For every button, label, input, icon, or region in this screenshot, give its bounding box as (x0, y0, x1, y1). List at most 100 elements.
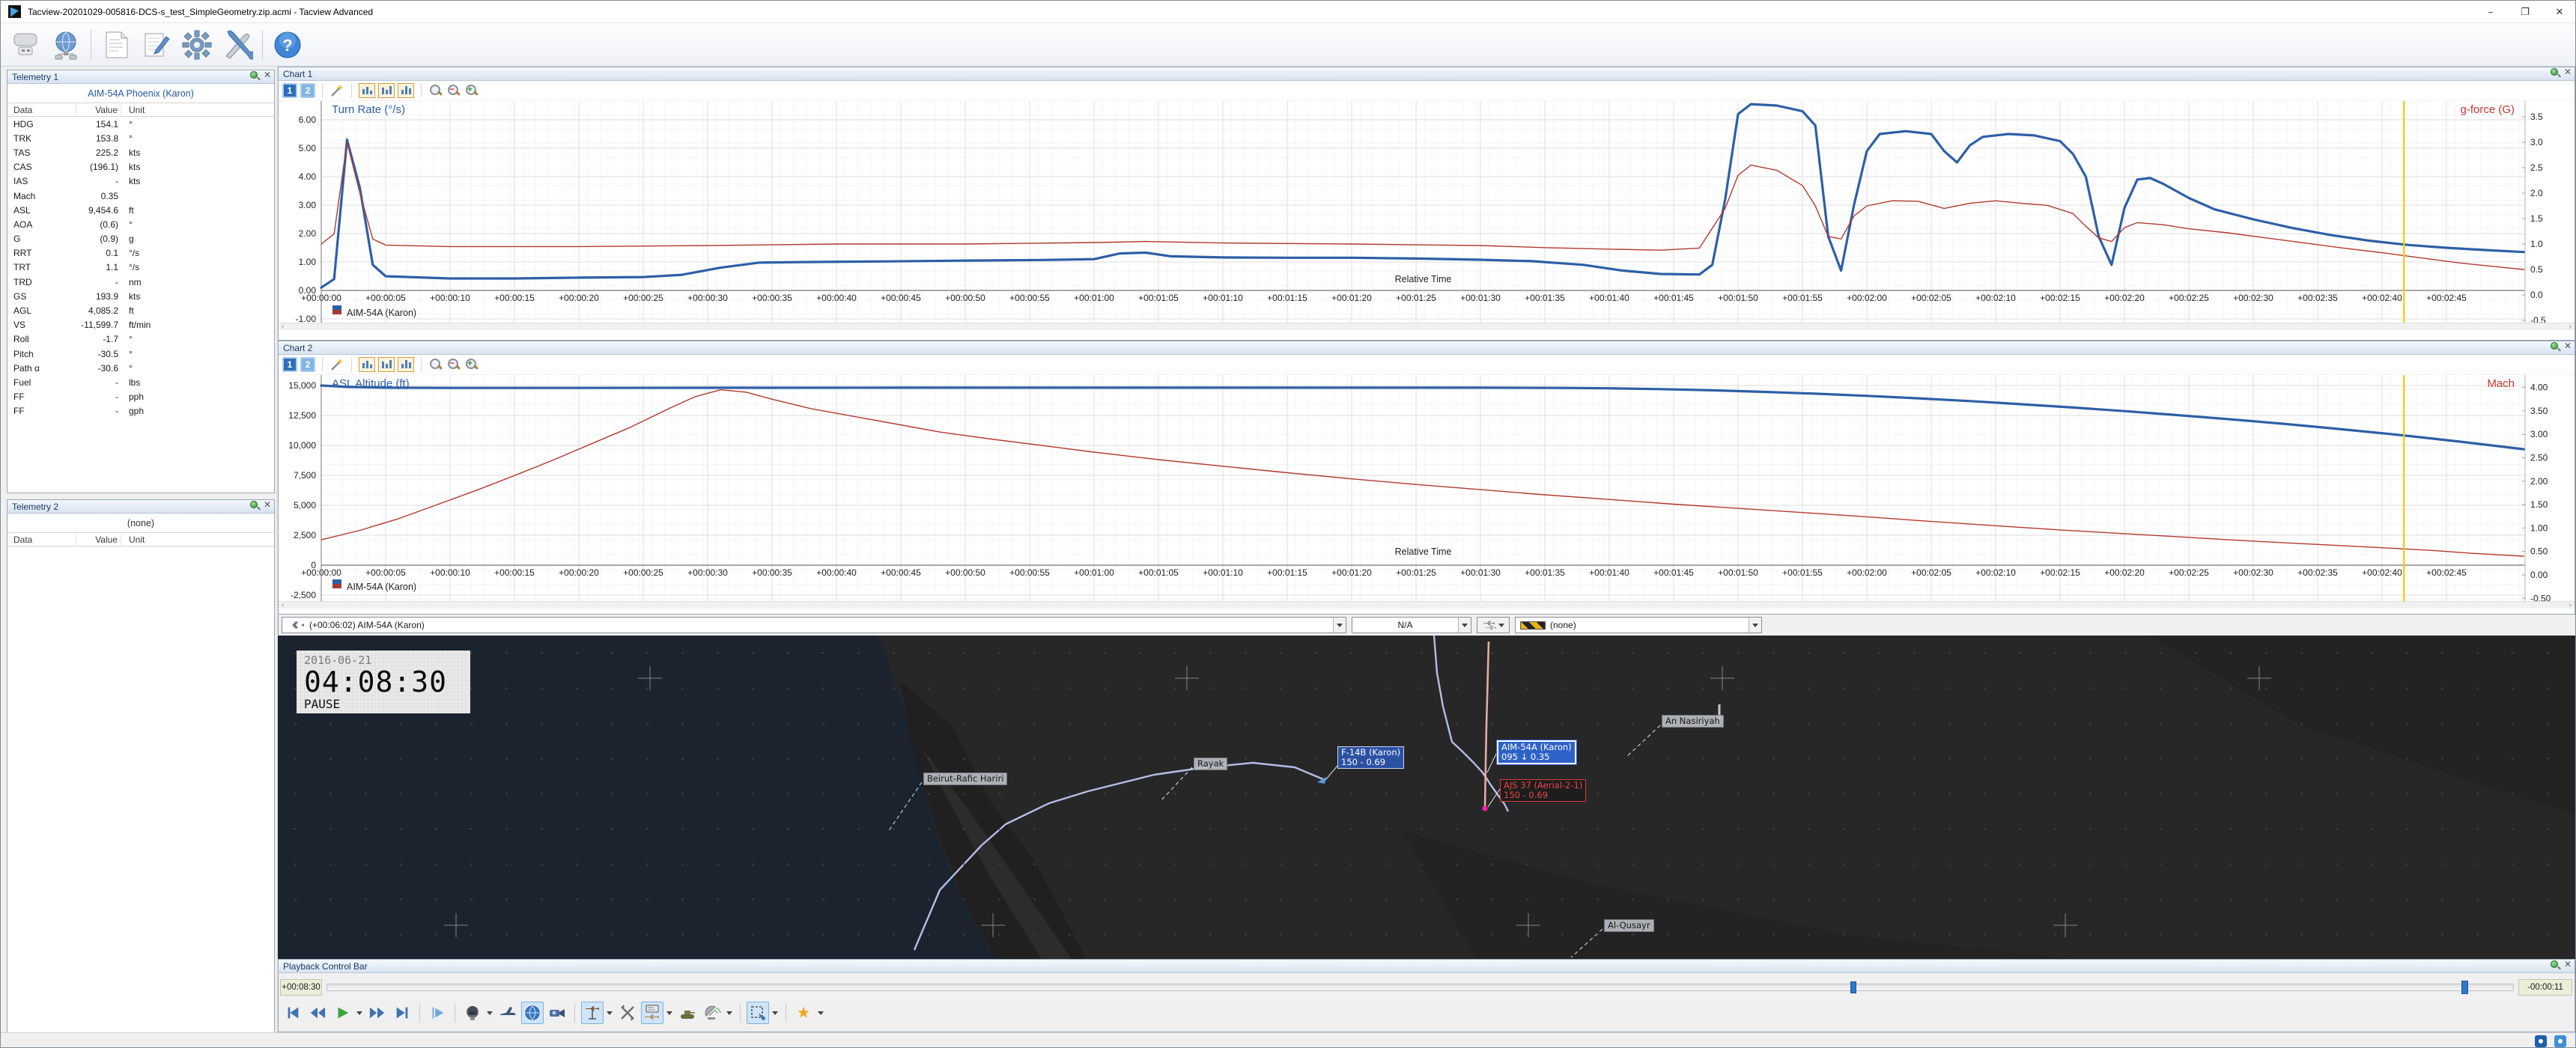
telemetry-row[interactable]: Fuel - lbs (7, 375, 274, 389)
chart2-plot[interactable]: +00:00:00 +00:00:05 +00:00:10 +00:00:15 +00:… (279, 375, 2575, 601)
event-filter-combo[interactable]: (none) (1515, 617, 1762, 633)
telemetry-row[interactable]: Mach 0.35 (7, 189, 274, 203)
favorites-options-arrow[interactable] (818, 1011, 824, 1018)
fit-width-icon[interactable] (359, 357, 375, 372)
chevron-down-icon[interactable] (1333, 618, 1346, 633)
telemetry-row[interactable]: Path α -30.6 ° (7, 361, 274, 375)
pin-icon[interactable] (2550, 342, 2558, 350)
selection-frame-icon[interactable] (747, 1002, 769, 1024)
wizard-wand-icon[interactable] (329, 357, 344, 372)
pilot-head-icon[interactable] (461, 1002, 484, 1024)
chart2-scrollbar[interactable]: ‹ › (279, 601, 2575, 609)
column-value[interactable]: Value (76, 104, 121, 115)
telemetry-row[interactable]: FF - pph (7, 390, 274, 404)
zoom-page-icon[interactable] (428, 83, 443, 98)
wizard-wand-icon[interactable] (329, 83, 344, 98)
compare-object-combo[interactable]: N/A (1352, 617, 1471, 633)
selected-object-combo[interactable]: (+00:06:02) AIM-54A (Karon) (282, 617, 1346, 633)
network-globe-icon[interactable] (49, 28, 83, 62)
view-options-arrow[interactable] (487, 1011, 493, 1018)
chart1-header[interactable]: Chart 1 ✕ (279, 67, 2575, 81)
telemetry-column-headers[interactable]: Data Value Unit (7, 532, 274, 546)
unit-label-f14[interactable]: F-14B (Karon) 150 - 0.69 (1337, 746, 1405, 769)
pin-icon[interactable] (2550, 68, 2558, 76)
play-button[interactable] (331, 1002, 353, 1024)
column-unit[interactable]: Unit (121, 105, 145, 115)
timeline-slider[interactable] (326, 981, 2514, 994)
rewind-button[interactable] (306, 1002, 329, 1024)
close-button[interactable]: ✕ (2542, 1, 2575, 23)
column-data[interactable]: Data (7, 104, 76, 115)
chart2-header[interactable]: Chart 2 ✕ (279, 341, 2575, 355)
telemetry-row[interactable]: AGL 4,085.2 ft (7, 303, 274, 317)
chevron-down-icon[interactable] (1458, 618, 1471, 633)
tank-icon[interactable] (676, 1002, 699, 1024)
notebook-pencil-icon[interactable] (139, 28, 174, 62)
column-value[interactable]: Value (76, 534, 121, 545)
playback-header[interactable]: Playback Control Bar ✕ (279, 960, 2575, 973)
telemetry-row[interactable]: G (0.9) g (7, 232, 274, 246)
chart1-plot[interactable]: +00:00:00 +00:00:05 +00:00:10 +00:00:15 +00:… (279, 101, 2575, 323)
tools-wrench-icon[interactable] (220, 28, 255, 62)
telemetry-row[interactable]: AOA (0.6) ° (7, 217, 274, 231)
fit-all-icon[interactable] (398, 357, 414, 372)
radar-options-arrow[interactable] (726, 1011, 732, 1018)
aircraft-stand-icon[interactable] (581, 1002, 604, 1024)
chart-count-1-button[interactable]: 1 (282, 357, 297, 372)
telemetry-row[interactable]: ASL 9,454.6 ft (7, 203, 274, 217)
telemetry2-header[interactable]: Telemetry 2 ✕ (7, 500, 274, 514)
close-panel-icon[interactable]: ✕ (264, 500, 271, 509)
close-panel-icon[interactable]: ✕ (2564, 341, 2572, 350)
settings-gear-icon[interactable] (180, 28, 214, 62)
chart-count-1-button[interactable]: 1 (282, 83, 297, 98)
zoom-in-icon[interactable]: + (464, 357, 479, 372)
camera-icon[interactable] (546, 1002, 568, 1024)
telemetry-row[interactable]: IAS - kts (7, 174, 274, 189)
card-options-arrow[interactable] (666, 1011, 672, 1018)
telemetry-row[interactable]: TRK 153.8 ° (7, 131, 274, 145)
map-view[interactable]: 2016-06-21 04:08:30 PAUSE Beirut-Rafic H… (278, 636, 2575, 959)
pin-icon[interactable] (249, 71, 258, 79)
fighter-jet-icon[interactable] (496, 1002, 519, 1024)
telemetry-row[interactable]: Pitch -30.5 ° (7, 347, 274, 361)
telemetry-row[interactable]: CAS (196.1) kts (7, 160, 274, 174)
telemetry-column-headers[interactable]: Data Value Unit (7, 103, 274, 117)
usb-device-icon[interactable] (8, 28, 43, 62)
zoom-out-icon[interactable]: − (446, 83, 461, 98)
skip-start-button[interactable] (282, 1002, 304, 1024)
close-panel-icon[interactable]: ✕ (2564, 67, 2572, 76)
close-panel-icon[interactable]: ✕ (2564, 960, 2572, 969)
telemetry1-header[interactable]: Telemetry 1 ✕ (7, 70, 274, 84)
star-favorites-icon[interactable]: ★ (792, 1002, 815, 1024)
pin-icon[interactable] (2550, 960, 2558, 968)
close-panel-icon[interactable]: ✕ (264, 70, 271, 79)
fit-height-icon[interactable] (378, 357, 395, 372)
status-network-icon[interactable] (2535, 1035, 2547, 1047)
selection-options-arrow[interactable] (772, 1011, 778, 1018)
timeline-thumb[interactable] (1850, 981, 1856, 993)
fit-all-icon[interactable] (398, 83, 414, 98)
minimize-button[interactable]: – (2473, 1, 2508, 23)
step-play-button[interactable] (426, 1002, 449, 1024)
fit-width-icon[interactable] (359, 83, 375, 98)
title-bar[interactable]: Tacview-20201029-005816-DCS-s_test_Simpl… (1, 1, 2575, 23)
zoom-page-icon[interactable] (428, 357, 443, 372)
maximize-button[interactable]: ❐ (2508, 1, 2542, 23)
chevron-down-icon[interactable] (1749, 618, 1761, 633)
chart1-scrollbar[interactable]: ‹ › (279, 323, 2575, 331)
zoom-out-icon[interactable]: − (446, 357, 461, 372)
unit-label-aim54[interactable]: AIM-54A (Karon) 095 ↓ 0.35 (1497, 740, 1576, 764)
fit-height-icon[interactable] (378, 83, 395, 98)
pin-icon[interactable] (249, 501, 258, 508)
unit-label-ajs37[interactable]: AJS 37 (Aerial-2-1) 150 - 0.69 (1500, 779, 1587, 802)
telemetry-row[interactable]: RRT 0.1 °/s (7, 246, 274, 261)
column-unit[interactable]: Unit (121, 534, 145, 545)
telemetry-row[interactable]: TRT 1.1 °/s (7, 261, 274, 275)
radar-dish-icon[interactable] (701, 1002, 723, 1024)
formation-dropdown-button[interactable] (1477, 617, 1510, 633)
report-document-icon[interactable] (99, 28, 133, 62)
column-data[interactable]: Data (7, 534, 76, 545)
play-options-arrow[interactable] (356, 1011, 362, 1018)
telemetry-row[interactable]: TAS 225.2 kts (7, 145, 274, 159)
chart-count-2-button[interactable]: 2 (300, 357, 315, 372)
